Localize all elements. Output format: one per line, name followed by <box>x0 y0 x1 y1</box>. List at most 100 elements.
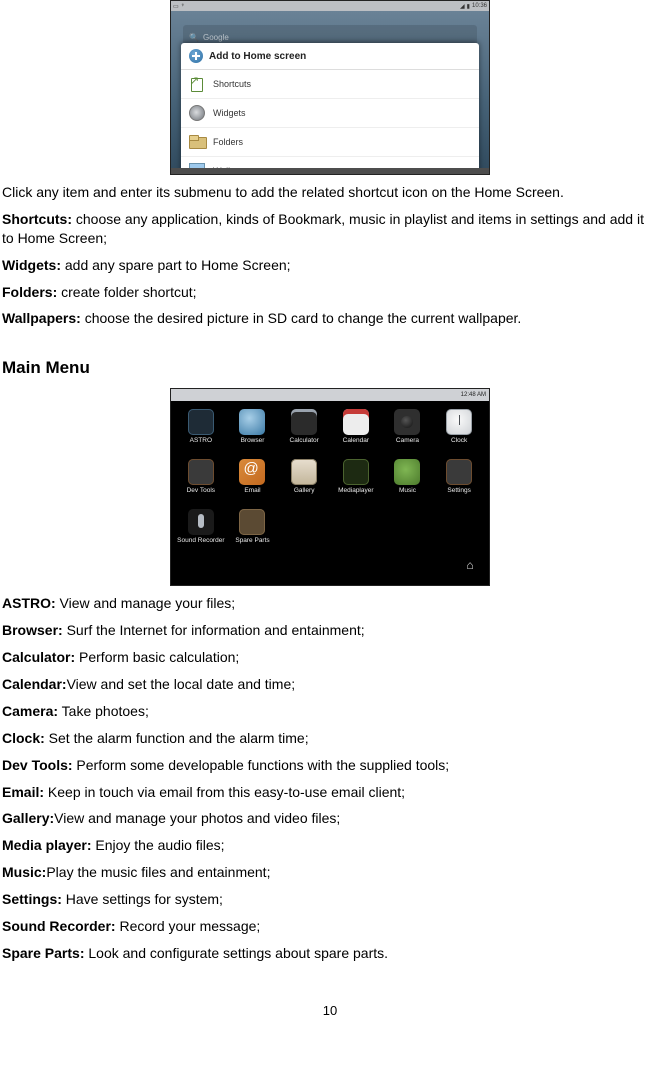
add-to-home-sheet: Add to Home screen Shortcuts Widgets Fol… <box>181 43 479 175</box>
def-term: Gallery: <box>2 810 54 826</box>
para-click-any-item: Click any item and enter its submenu to … <box>2 183 658 202</box>
def-text: Set the alarm function and the alarm tim… <box>45 730 309 746</box>
home-icon: ⌂ <box>466 558 473 572</box>
app-label: Camera <box>396 438 419 445</box>
def-text: Record your message; <box>116 918 261 934</box>
app-label: Browser <box>241 438 265 445</box>
app-clock[interactable]: Clock <box>433 403 485 453</box>
sheet-item-folders[interactable]: Folders <box>181 128 479 157</box>
camera-icon <box>394 409 420 435</box>
taskbar <box>171 168 489 174</box>
sheet-item-widgets[interactable]: Widgets <box>181 99 479 128</box>
app-label: Settings <box>447 488 471 495</box>
def-text: Have settings for system; <box>62 891 223 907</box>
def-text: View and manage your files; <box>56 595 236 611</box>
term-folders: Folders: <box>2 284 57 300</box>
para-def: Gallery:View and manage your photos and … <box>2 809 658 828</box>
def-text: Perform basic calculation; <box>75 649 239 665</box>
def-text: Look and configurate settings about spar… <box>84 945 388 961</box>
page-number: 10 <box>2 1003 658 1018</box>
heading-main-menu: Main Menu <box>2 358 658 378</box>
def-term: Music: <box>2 864 46 880</box>
search-icon: 🔍 <box>189 33 199 42</box>
para-widgets: Widgets: add any spare part to Home Scre… <box>2 256 658 275</box>
term-wallpapers: Wallpapers: <box>2 310 81 326</box>
app-calendar[interactable]: Calendar <box>330 403 382 453</box>
app-devtools[interactable]: Dev Tools <box>175 453 227 503</box>
sheet-item-label: Folders <box>213 137 243 147</box>
music-icon <box>394 459 420 485</box>
calendar-icon <box>343 409 369 435</box>
def-term: Sound Recorder: <box>2 918 116 934</box>
def-term: Clock: <box>2 730 45 746</box>
para-def: Email: Keep in touch via email from this… <box>2 783 658 802</box>
def-text: Enjoy the audio files; <box>91 837 224 853</box>
email-icon <box>239 459 265 485</box>
app-label: Mediaplayer <box>338 488 373 495</box>
def-term: Calendar: <box>2 676 67 692</box>
def-term: Browser: <box>2 622 63 638</box>
def-text: Perform some developable functions with … <box>73 757 450 773</box>
para-def: Spare Parts: Look and configurate settin… <box>2 944 658 963</box>
screenshot-add-to-home-screen: ▭ ♆ ◢ ▮ 10:36 🔍 Google Add to Home scree… <box>170 0 490 175</box>
app-label: Dev Tools <box>187 488 215 495</box>
search-placeholder: Google <box>203 33 229 42</box>
soundrecorder-icon <box>188 509 214 535</box>
app-label: Calculator <box>290 438 319 445</box>
app-music[interactable]: Music <box>382 453 434 503</box>
def-text: View and set the local date and time; <box>67 676 296 692</box>
status-right: ◢ ▮ 10:36 <box>460 3 487 10</box>
para-def: Sound Recorder: Record your message; <box>2 917 658 936</box>
app-mediaplayer[interactable]: Mediaplayer <box>330 453 382 503</box>
def-term: Media player: <box>2 837 91 853</box>
folders-icon <box>189 134 205 150</box>
def-term: Email: <box>2 784 44 800</box>
app-label: ASTRO <box>190 438 212 445</box>
text-folders: create folder shortcut; <box>57 284 196 300</box>
app-email[interactable]: Email <box>227 453 279 503</box>
para-def: Calendar:View and set the local date and… <box>2 675 658 694</box>
screenshot-main-menu: 12:48 AM ASTRO Browser Calculator Calend… <box>170 388 490 586</box>
app-calculator[interactable]: Calculator <box>278 403 330 453</box>
term-widgets: Widgets: <box>2 257 61 273</box>
def-term: Calculator: <box>2 649 75 665</box>
app-label: Spare Parts <box>235 538 269 545</box>
app-camera[interactable]: Camera <box>382 403 434 453</box>
sheet-header: Add to Home screen <box>181 43 479 70</box>
app-spareparts[interactable]: Spare Parts <box>227 503 279 553</box>
para-def: Browser: Surf the Internet for informati… <box>2 621 658 640</box>
def-text: View and manage your photos and video fi… <box>54 810 340 826</box>
browser-icon <box>239 409 265 435</box>
clock-icon <box>446 409 472 435</box>
app-grid: ASTRO Browser Calculator Calendar Camera… <box>175 403 485 571</box>
app-browser[interactable]: Browser <box>227 403 279 453</box>
astro-icon <box>188 409 214 435</box>
status-usb-icon: ♆ <box>181 3 186 10</box>
para-def: Music:Play the music files and entainmen… <box>2 863 658 882</box>
statusbar: ▭ ♆ ◢ ▮ 10:36 <box>171 1 489 11</box>
para-shortcuts: Shortcuts: choose any application, kinds… <box>2 210 658 248</box>
sheet-item-label: Widgets <box>213 108 246 118</box>
def-term: Settings: <box>2 891 62 907</box>
app-settings[interactable]: Settings <box>433 453 485 503</box>
spareparts-icon <box>239 509 265 535</box>
app-astro[interactable]: ASTRO <box>175 403 227 453</box>
gallery-icon <box>291 459 317 485</box>
status-sdcard-icon: ▭ <box>173 3 179 10</box>
app-label: Calendar <box>343 438 369 445</box>
calculator-icon <box>291 409 317 435</box>
def-text: Play the music files and entainment; <box>46 864 270 880</box>
home-button[interactable]: ⌂ <box>459 557 481 573</box>
app-gallery[interactable]: Gallery <box>278 453 330 503</box>
app-label: Email <box>244 488 260 495</box>
sheet-item-shortcuts[interactable]: Shortcuts <box>181 70 479 99</box>
plus-icon <box>189 49 203 63</box>
status-wifi-icon: ◢ <box>460 3 465 10</box>
para-def: Clock: Set the alarm function and the al… <box>2 729 658 748</box>
app-soundrecorder[interactable]: Sound Recorder <box>175 503 227 553</box>
figure-add-to-home: ▭ ♆ ◢ ▮ 10:36 🔍 Google Add to Home scree… <box>2 0 658 175</box>
def-term: Dev Tools: <box>2 757 73 773</box>
widgets-icon <box>189 105 205 121</box>
text-widgets: add any spare part to Home Screen; <box>61 257 291 273</box>
para-def: Settings: Have settings for system; <box>2 890 658 909</box>
